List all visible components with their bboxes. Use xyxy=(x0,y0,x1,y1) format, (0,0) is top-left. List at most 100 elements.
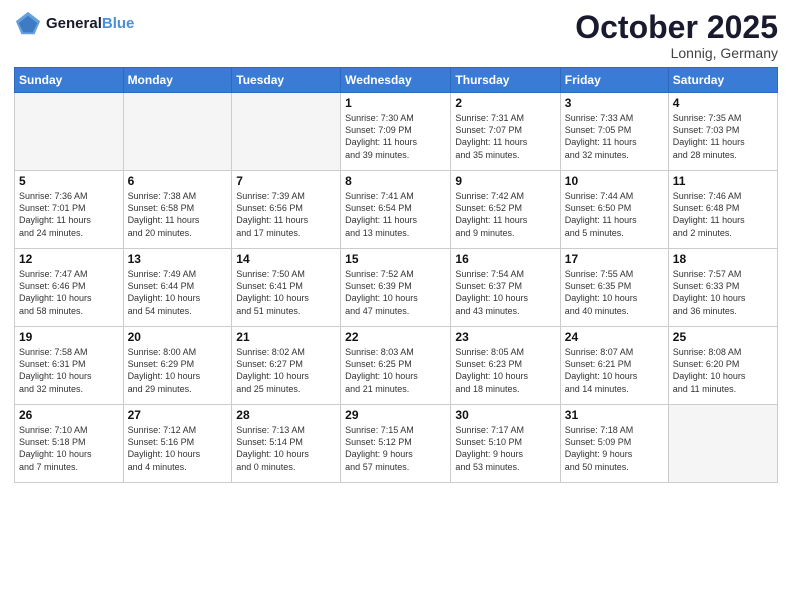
logo-icon xyxy=(14,10,42,38)
day-number: 21 xyxy=(236,330,336,344)
logo: GeneralBlue xyxy=(14,10,134,38)
calendar-week-row: 19 Sunrise: 7:58 AMSunset: 6:31 PMDayligh… xyxy=(15,327,778,405)
calendar-cell: 9Sunrise: 7:42 AMSunset: 6:52 PMDaylight… xyxy=(451,171,560,249)
day-number: 7 xyxy=(236,174,336,188)
weekday-header: Thursday xyxy=(451,68,560,93)
cell-info: Sunrise: 7:41 AMSunset: 6:54 PMDaylight:… xyxy=(345,190,446,239)
cell-info: Sunrise: 7:39 AMSunset: 6:56 PMDaylight:… xyxy=(236,190,336,239)
calendar-cell: 30Sunrise: 7:17 AMSunset: 5:10 PMDayligh… xyxy=(451,405,560,483)
calendar-cell: 6 Sunrise: 7:38 AMSunset: 6:58 PMDaylight… xyxy=(123,171,232,249)
calendar-cell: 14 Sunrise: 7:50 AMSunset: 6:41 PMDayligh… xyxy=(232,249,341,327)
day-number: 30 xyxy=(455,408,555,422)
calendar-cell: 18 Sunrise: 7:57 AMSunset: 6:33 PMDayligh… xyxy=(668,249,777,327)
day-number: 12 xyxy=(19,252,119,266)
calendar-header-row: SundayMondayTuesdayWednesdayThursdayFrid… xyxy=(15,68,778,93)
weekday-header: Saturday xyxy=(668,68,777,93)
day-number: 19 xyxy=(19,330,119,344)
weekday-header: Friday xyxy=(560,68,668,93)
page-container: GeneralBlue October 2025 Lonnig, Germany… xyxy=(0,0,792,491)
day-number: 14 xyxy=(236,252,336,266)
calendar-cell xyxy=(232,93,341,171)
day-number: 3 xyxy=(565,96,664,110)
cell-info: Sunrise: 7:33 AMSunset: 7:05 PMDaylight:… xyxy=(565,112,664,161)
cell-info: Sunrise: 7:35 AMSunset: 7:03 PMDaylight:… xyxy=(673,112,773,161)
header: GeneralBlue October 2025 Lonnig, Germany xyxy=(14,10,778,61)
calendar-cell: 2 Sunrise: 7:31 AMSunset: 7:07 PMDaylight… xyxy=(451,93,560,171)
calendar-cell: 27Sunrise: 7:12 AMSunset: 5:16 PMDayligh… xyxy=(123,405,232,483)
calendar-cell: 15 Sunrise: 7:52 AMSunset: 6:39 PMDayligh… xyxy=(341,249,451,327)
calendar-cell: 1 Sunrise: 7:30 AMSunset: 7:09 PMDaylight… xyxy=(341,93,451,171)
day-number: 5 xyxy=(19,174,119,188)
day-number: 11 xyxy=(673,174,773,188)
cell-info: Sunrise: 7:57 AMSunset: 6:33 PMDaylight:… xyxy=(673,268,773,317)
day-number: 24 xyxy=(565,330,664,344)
calendar-cell: 26 Sunrise: 7:10 AMSunset: 5:18 PMDayligh… xyxy=(15,405,124,483)
calendar-cell: 8 Sunrise: 7:41 AMSunset: 6:54 PMDaylight… xyxy=(341,171,451,249)
cell-info: Sunrise: 8:00 AMSunset: 6:29 PMDaylight:… xyxy=(128,346,228,395)
day-number: 10 xyxy=(565,174,664,188)
location: Lonnig, Germany xyxy=(575,45,778,61)
calendar-cell: 24 Sunrise: 8:07 AMSunset: 6:21 PMDayligh… xyxy=(560,327,668,405)
calendar-week-row: 5 Sunrise: 7:36 AMSunset: 7:01 PMDaylight… xyxy=(15,171,778,249)
calendar-cell: 22 Sunrise: 8:03 AMSunset: 6:25 PMDayligh… xyxy=(341,327,451,405)
cell-info: Sunrise: 8:07 AMSunset: 6:21 PMDaylight:… xyxy=(565,346,664,395)
day-number: 26 xyxy=(19,408,119,422)
cell-info: Sunrise: 7:49 AMSunset: 6:44 PMDaylight:… xyxy=(128,268,228,317)
day-number: 15 xyxy=(345,252,446,266)
cell-info: Sunrise: 7:15 AMSunset: 5:12 PMDaylight:… xyxy=(345,424,446,473)
cell-info: Sunrise: 7:10 AMSunset: 5:18 PMDaylight:… xyxy=(19,424,119,473)
calendar-cell: 21 Sunrise: 8:02 AMSunset: 6:27 PMDayligh… xyxy=(232,327,341,405)
cell-info: Sunrise: 7:30 AMSunset: 7:09 PMDaylight:… xyxy=(345,112,446,161)
cell-info: Sunrise: 7:13 AMSunset: 5:14 PMDaylight:… xyxy=(236,424,336,473)
calendar-cell: 20 Sunrise: 8:00 AMSunset: 6:29 PMDayligh… xyxy=(123,327,232,405)
cell-info: Sunrise: 7:44 AMSunset: 6:50 PMDaylight:… xyxy=(565,190,664,239)
cell-info: Sunrise: 8:08 AMSunset: 6:20 PMDaylight:… xyxy=(673,346,773,395)
cell-info: Sunrise: 7:36 AMSunset: 7:01 PMDaylight:… xyxy=(19,190,119,239)
month-title: October 2025 xyxy=(575,10,778,45)
calendar-cell: 4Sunrise: 7:35 AMSunset: 7:03 PMDaylight… xyxy=(668,93,777,171)
day-number: 29 xyxy=(345,408,446,422)
day-number: 22 xyxy=(345,330,446,344)
cell-info: Sunrise: 7:31 AMSunset: 7:07 PMDaylight:… xyxy=(455,112,555,161)
weekday-header: Sunday xyxy=(15,68,124,93)
title-block: October 2025 Lonnig, Germany xyxy=(575,10,778,61)
cell-info: Sunrise: 8:03 AMSunset: 6:25 PMDaylight:… xyxy=(345,346,446,395)
day-number: 18 xyxy=(673,252,773,266)
calendar-cell: 16 Sunrise: 7:54 AMSunset: 6:37 PMDayligh… xyxy=(451,249,560,327)
calendar-cell: 23 Sunrise: 8:05 AMSunset: 6:23 PMDayligh… xyxy=(451,327,560,405)
calendar-week-row: 26 Sunrise: 7:10 AMSunset: 5:18 PMDayligh… xyxy=(15,405,778,483)
cell-info: Sunrise: 7:55 AMSunset: 6:35 PMDaylight:… xyxy=(565,268,664,317)
day-number: 27 xyxy=(128,408,228,422)
calendar-cell: 13Sunrise: 7:49 AMSunset: 6:44 PMDayligh… xyxy=(123,249,232,327)
day-number: 16 xyxy=(455,252,555,266)
day-number: 23 xyxy=(455,330,555,344)
calendar-cell: 17Sunrise: 7:55 AMSunset: 6:35 PMDayligh… xyxy=(560,249,668,327)
cell-info: Sunrise: 7:50 AMSunset: 6:41 PMDaylight:… xyxy=(236,268,336,317)
calendar-cell: 10 Sunrise: 7:44 AMSunset: 6:50 PMDayligh… xyxy=(560,171,668,249)
calendar-cell xyxy=(123,93,232,171)
day-number: 31 xyxy=(565,408,664,422)
day-number: 1 xyxy=(345,96,446,110)
cell-info: Sunrise: 8:02 AMSunset: 6:27 PMDaylight:… xyxy=(236,346,336,395)
calendar-cell: 29 Sunrise: 7:15 AMSunset: 5:12 PMDayligh… xyxy=(341,405,451,483)
calendar-cell: 12Sunrise: 7:47 AMSunset: 6:46 PMDayligh… xyxy=(15,249,124,327)
calendar-cell: 25 Sunrise: 8:08 AMSunset: 6:20 PMDayligh… xyxy=(668,327,777,405)
calendar-cell xyxy=(668,405,777,483)
cell-info: Sunrise: 8:05 AMSunset: 6:23 PMDaylight:… xyxy=(455,346,555,395)
cell-info: Sunrise: 7:18 AMSunset: 5:09 PMDaylight:… xyxy=(565,424,664,473)
day-number: 2 xyxy=(455,96,555,110)
calendar-cell: 31 Sunrise: 7:18 AMSunset: 5:09 PMDayligh… xyxy=(560,405,668,483)
cell-info: Sunrise: 7:54 AMSunset: 6:37 PMDaylight:… xyxy=(455,268,555,317)
calendar-week-row: 12Sunrise: 7:47 AMSunset: 6:46 PMDayligh… xyxy=(15,249,778,327)
cell-info: Sunrise: 7:58 AMSunset: 6:31 PMDaylight:… xyxy=(19,346,119,395)
day-number: 20 xyxy=(128,330,228,344)
cell-info: Sunrise: 7:38 AMSunset: 6:58 PMDaylight:… xyxy=(128,190,228,239)
day-number: 25 xyxy=(673,330,773,344)
weekday-header: Monday xyxy=(123,68,232,93)
day-number: 6 xyxy=(128,174,228,188)
day-number: 8 xyxy=(345,174,446,188)
weekday-header: Wednesday xyxy=(341,68,451,93)
calendar-table: SundayMondayTuesdayWednesdayThursdayFrid… xyxy=(14,67,778,483)
calendar-week-row: 1 Sunrise: 7:30 AMSunset: 7:09 PMDaylight… xyxy=(15,93,778,171)
cell-info: Sunrise: 7:52 AMSunset: 6:39 PMDaylight:… xyxy=(345,268,446,317)
